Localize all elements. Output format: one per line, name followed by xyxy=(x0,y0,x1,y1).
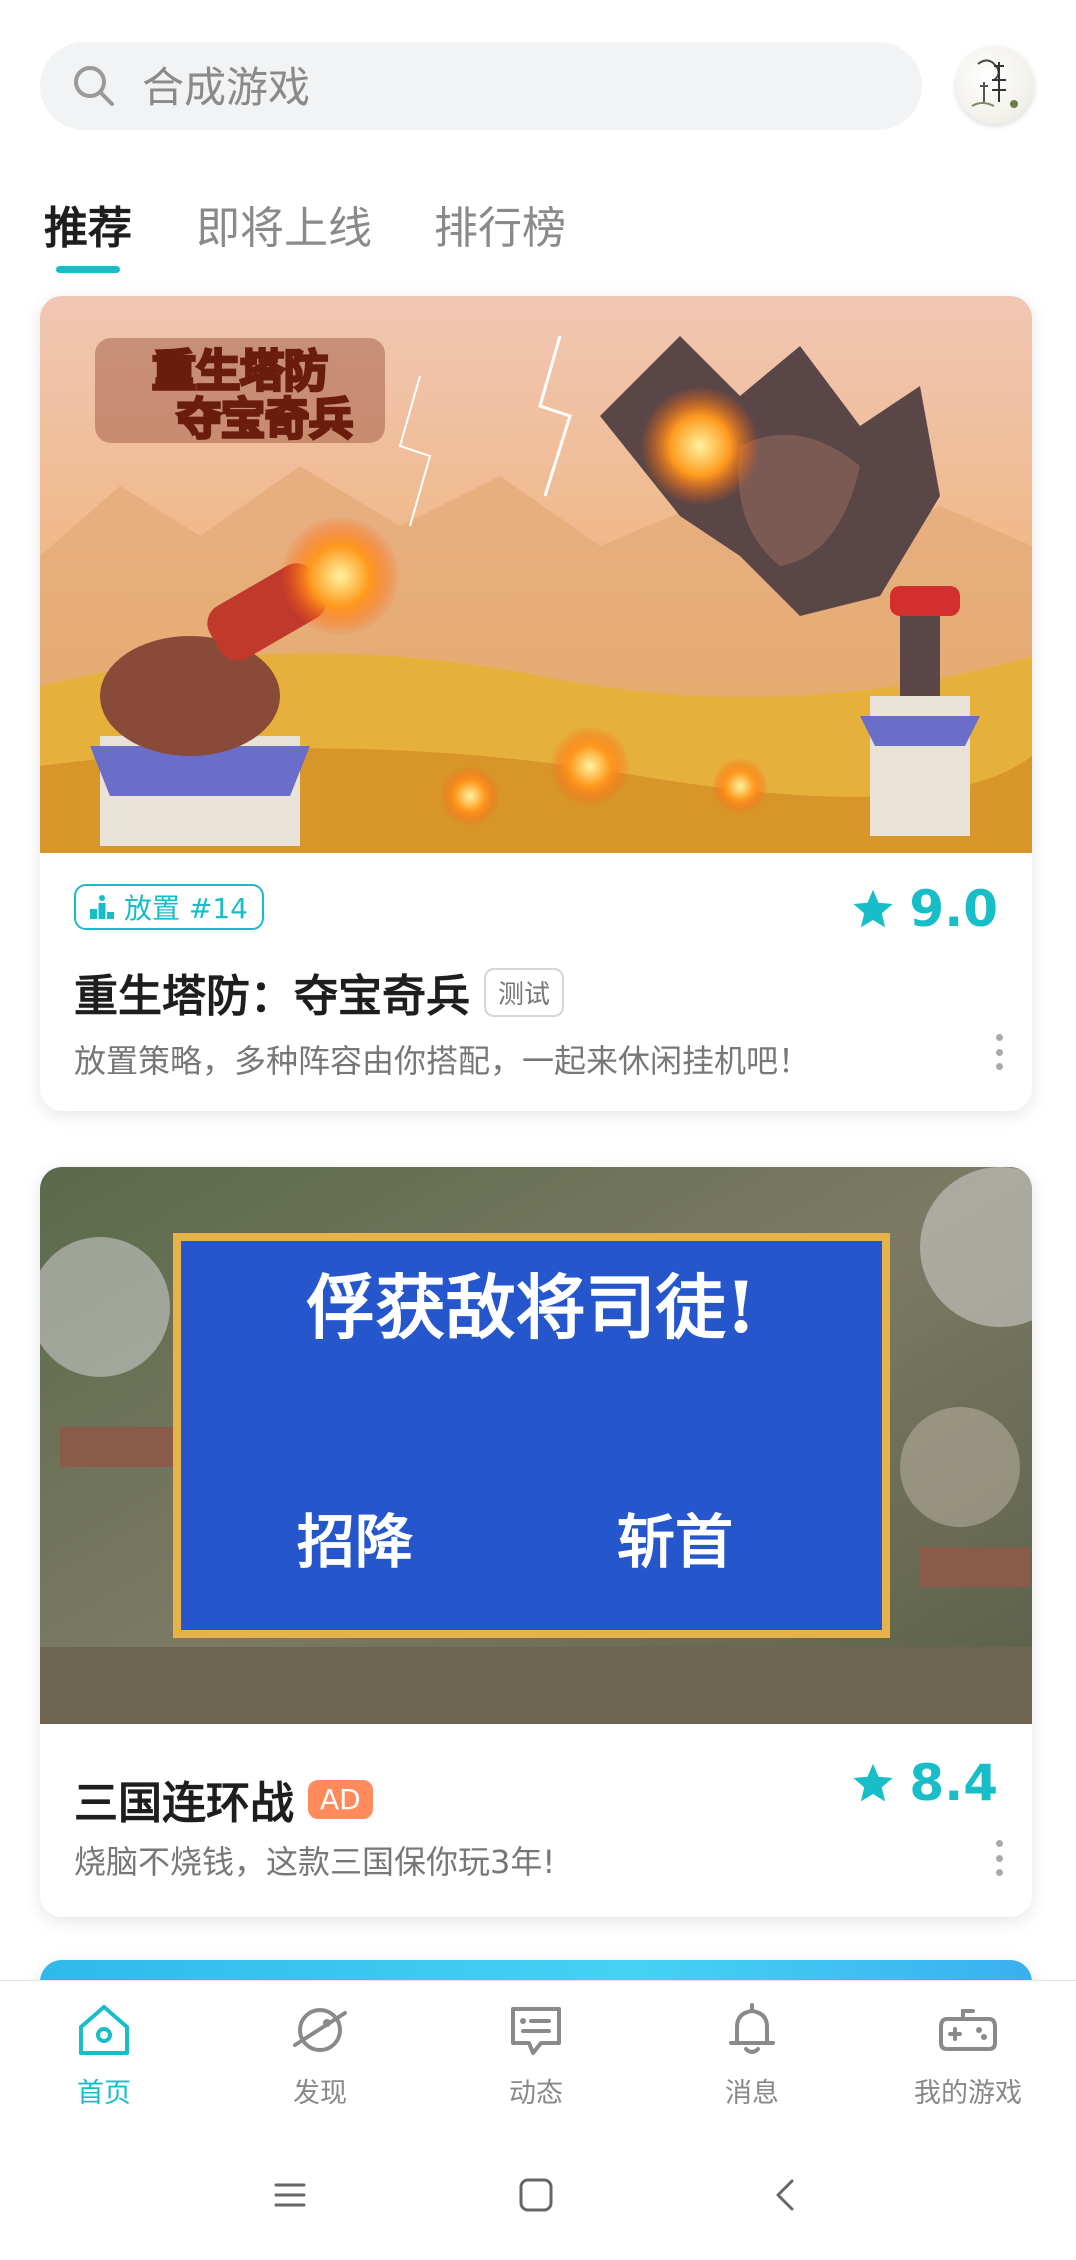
gamepad-icon xyxy=(939,2009,997,2051)
rating: 9.0 xyxy=(851,880,998,938)
svg-text:重生塔防: 重生塔防 xyxy=(152,346,328,397)
game-title[interactable]: 重生塔防：夺宝奇兵 xyxy=(74,960,470,1024)
search-input[interactable] xyxy=(140,42,884,132)
search-bar[interactable] xyxy=(40,42,922,132)
rating-value: 9.0 xyxy=(909,880,998,938)
svg-text:夺宝奇兵: 夺宝奇兵 xyxy=(177,394,353,445)
more-options-button[interactable] xyxy=(994,1034,1004,1070)
game-card[interactable]: 俘获敌将司徒! 招降 斩首 三国连环战 AD 8.4 烧脑不烧钱，这款三国保你玩… xyxy=(40,1167,1032,1917)
banner-option: 招降 xyxy=(297,1508,413,1576)
game-title-row: 三国连环战 AD xyxy=(74,1767,373,1831)
search-icon xyxy=(74,66,114,106)
more-dot-icon xyxy=(995,1840,1003,1847)
home-button-icon[interactable] xyxy=(516,2175,556,2215)
tab-active-indicator xyxy=(56,266,120,273)
nav-feed[interactable]: 动态 xyxy=(446,1999,626,2110)
chat-icon xyxy=(511,2007,561,2055)
banner-option: 斩首 xyxy=(617,1508,733,1576)
avatar-image xyxy=(971,59,1018,108)
nav-my-games[interactable]: 我的游戏 xyxy=(878,1999,1058,2110)
rank-podium-icon xyxy=(90,895,114,919)
game-card[interactable]: 重生塔防 夺宝奇兵 放置 #14 9.0 重生塔防：夺宝奇兵 测试 放置策略，多… xyxy=(40,296,1032,1111)
banner-headline: 俘获敌将司徒! xyxy=(306,1266,757,1349)
nav-messages[interactable]: 消息 xyxy=(662,1999,842,2110)
system-nav-bar xyxy=(0,2131,1076,2260)
nav-home[interactable]: 首页 xyxy=(14,1999,194,2110)
nav-discover[interactable]: 发现 xyxy=(230,1999,410,2110)
star-icon xyxy=(853,1763,894,1802)
category-rank-tag[interactable]: 放置 #14 xyxy=(74,884,264,930)
test-badge: 测试 xyxy=(484,967,565,1017)
game-banner-image: 重生塔防 夺宝奇兵 xyxy=(40,296,1032,853)
nav-label: 动态 xyxy=(509,2078,563,2109)
more-dot-icon xyxy=(995,1869,1003,1876)
tab-recommend[interactable]: 推荐 xyxy=(44,192,132,256)
more-options-button[interactable] xyxy=(994,1840,1004,1876)
ad-badge: AD xyxy=(308,1779,373,1819)
rating: 8.4 xyxy=(851,1754,998,1812)
game-banner-image: 俘获敌将司徒! 招降 斩首 xyxy=(40,1167,1032,1724)
nav-label: 消息 xyxy=(725,2078,779,2109)
planet-icon xyxy=(293,2008,347,2052)
nav-label: 发现 xyxy=(293,2078,347,2109)
more-dot-icon xyxy=(995,1854,1003,1862)
nav-label: 我的游戏 xyxy=(914,2078,1022,2109)
tab-upcoming[interactable]: 即将上线 xyxy=(196,192,372,256)
rating-value: 8.4 xyxy=(909,1754,998,1812)
more-dot-icon xyxy=(995,1034,1003,1041)
game-title[interactable]: 三国连环战 xyxy=(74,1767,294,1831)
more-dot-icon xyxy=(995,1063,1003,1070)
back-icon[interactable] xyxy=(766,2175,806,2215)
game-description: 放置策略，多种阵容由你搭配，一起来休闲挂机吧！ xyxy=(74,1042,811,1080)
star-icon xyxy=(853,889,894,928)
bell-icon xyxy=(729,2003,775,2054)
tab-bar: 推荐 即将上线 排行榜 xyxy=(0,180,1076,280)
game-description: 烧脑不烧钱，这款三国保你玩3年! xyxy=(74,1843,556,1881)
bottom-navigation: 首页 发现 动态 消息 我的游戏 xyxy=(0,1980,1076,2132)
nav-label: 首页 xyxy=(77,2078,131,2109)
home-icon xyxy=(79,2005,129,2055)
category-rank-label: 放置 #14 xyxy=(124,892,248,925)
avatar[interactable] xyxy=(956,46,1034,124)
menu-icon[interactable] xyxy=(270,2175,310,2215)
more-dot-icon xyxy=(995,1048,1003,1056)
tab-ranking[interactable]: 排行榜 xyxy=(434,192,566,256)
game-title-row: 重生塔防：夺宝奇兵 测试 xyxy=(74,960,565,1024)
